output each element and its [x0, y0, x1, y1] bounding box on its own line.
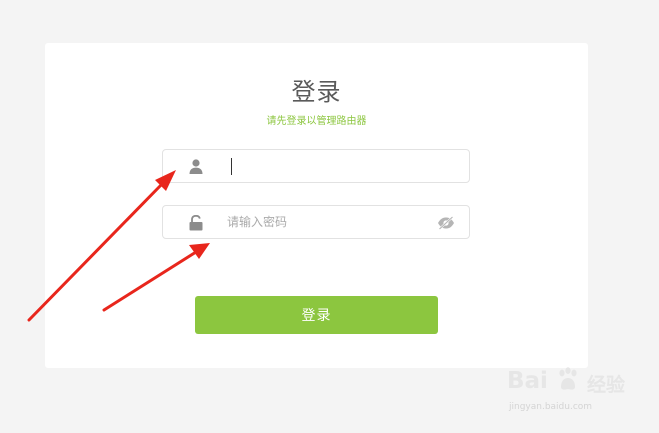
eye-slash-icon[interactable] — [437, 216, 455, 230]
watermark-brand-suffix: 经验 — [587, 374, 626, 396]
password-field[interactable] — [162, 205, 470, 239]
paw-icon — [559, 367, 577, 390]
password-input[interactable] — [227, 212, 427, 232]
page-title: 登录 — [291, 78, 342, 106]
lock-icon — [189, 215, 203, 231]
page: 登录 请先登录以管理路由器 登录 Bai 经验 jingyan.baidu.co… — [0, 0, 659, 433]
watermark-brand: Bai — [507, 368, 548, 394]
page-subtitle: 请先登录以管理路由器 — [266, 116, 367, 127]
username-field[interactable] — [162, 149, 470, 183]
user-icon — [189, 159, 203, 174]
login-card: 登录 请先登录以管理路由器 登录 — [45, 43, 588, 368]
watermark-url: jingyan.baidu.com — [509, 402, 593, 412]
baidu-jingyan-watermark: Bai 经验 jingyan.baidu.com — [503, 362, 653, 422]
text-cursor — [231, 158, 232, 175]
login-button[interactable]: 登录 — [195, 296, 438, 334]
